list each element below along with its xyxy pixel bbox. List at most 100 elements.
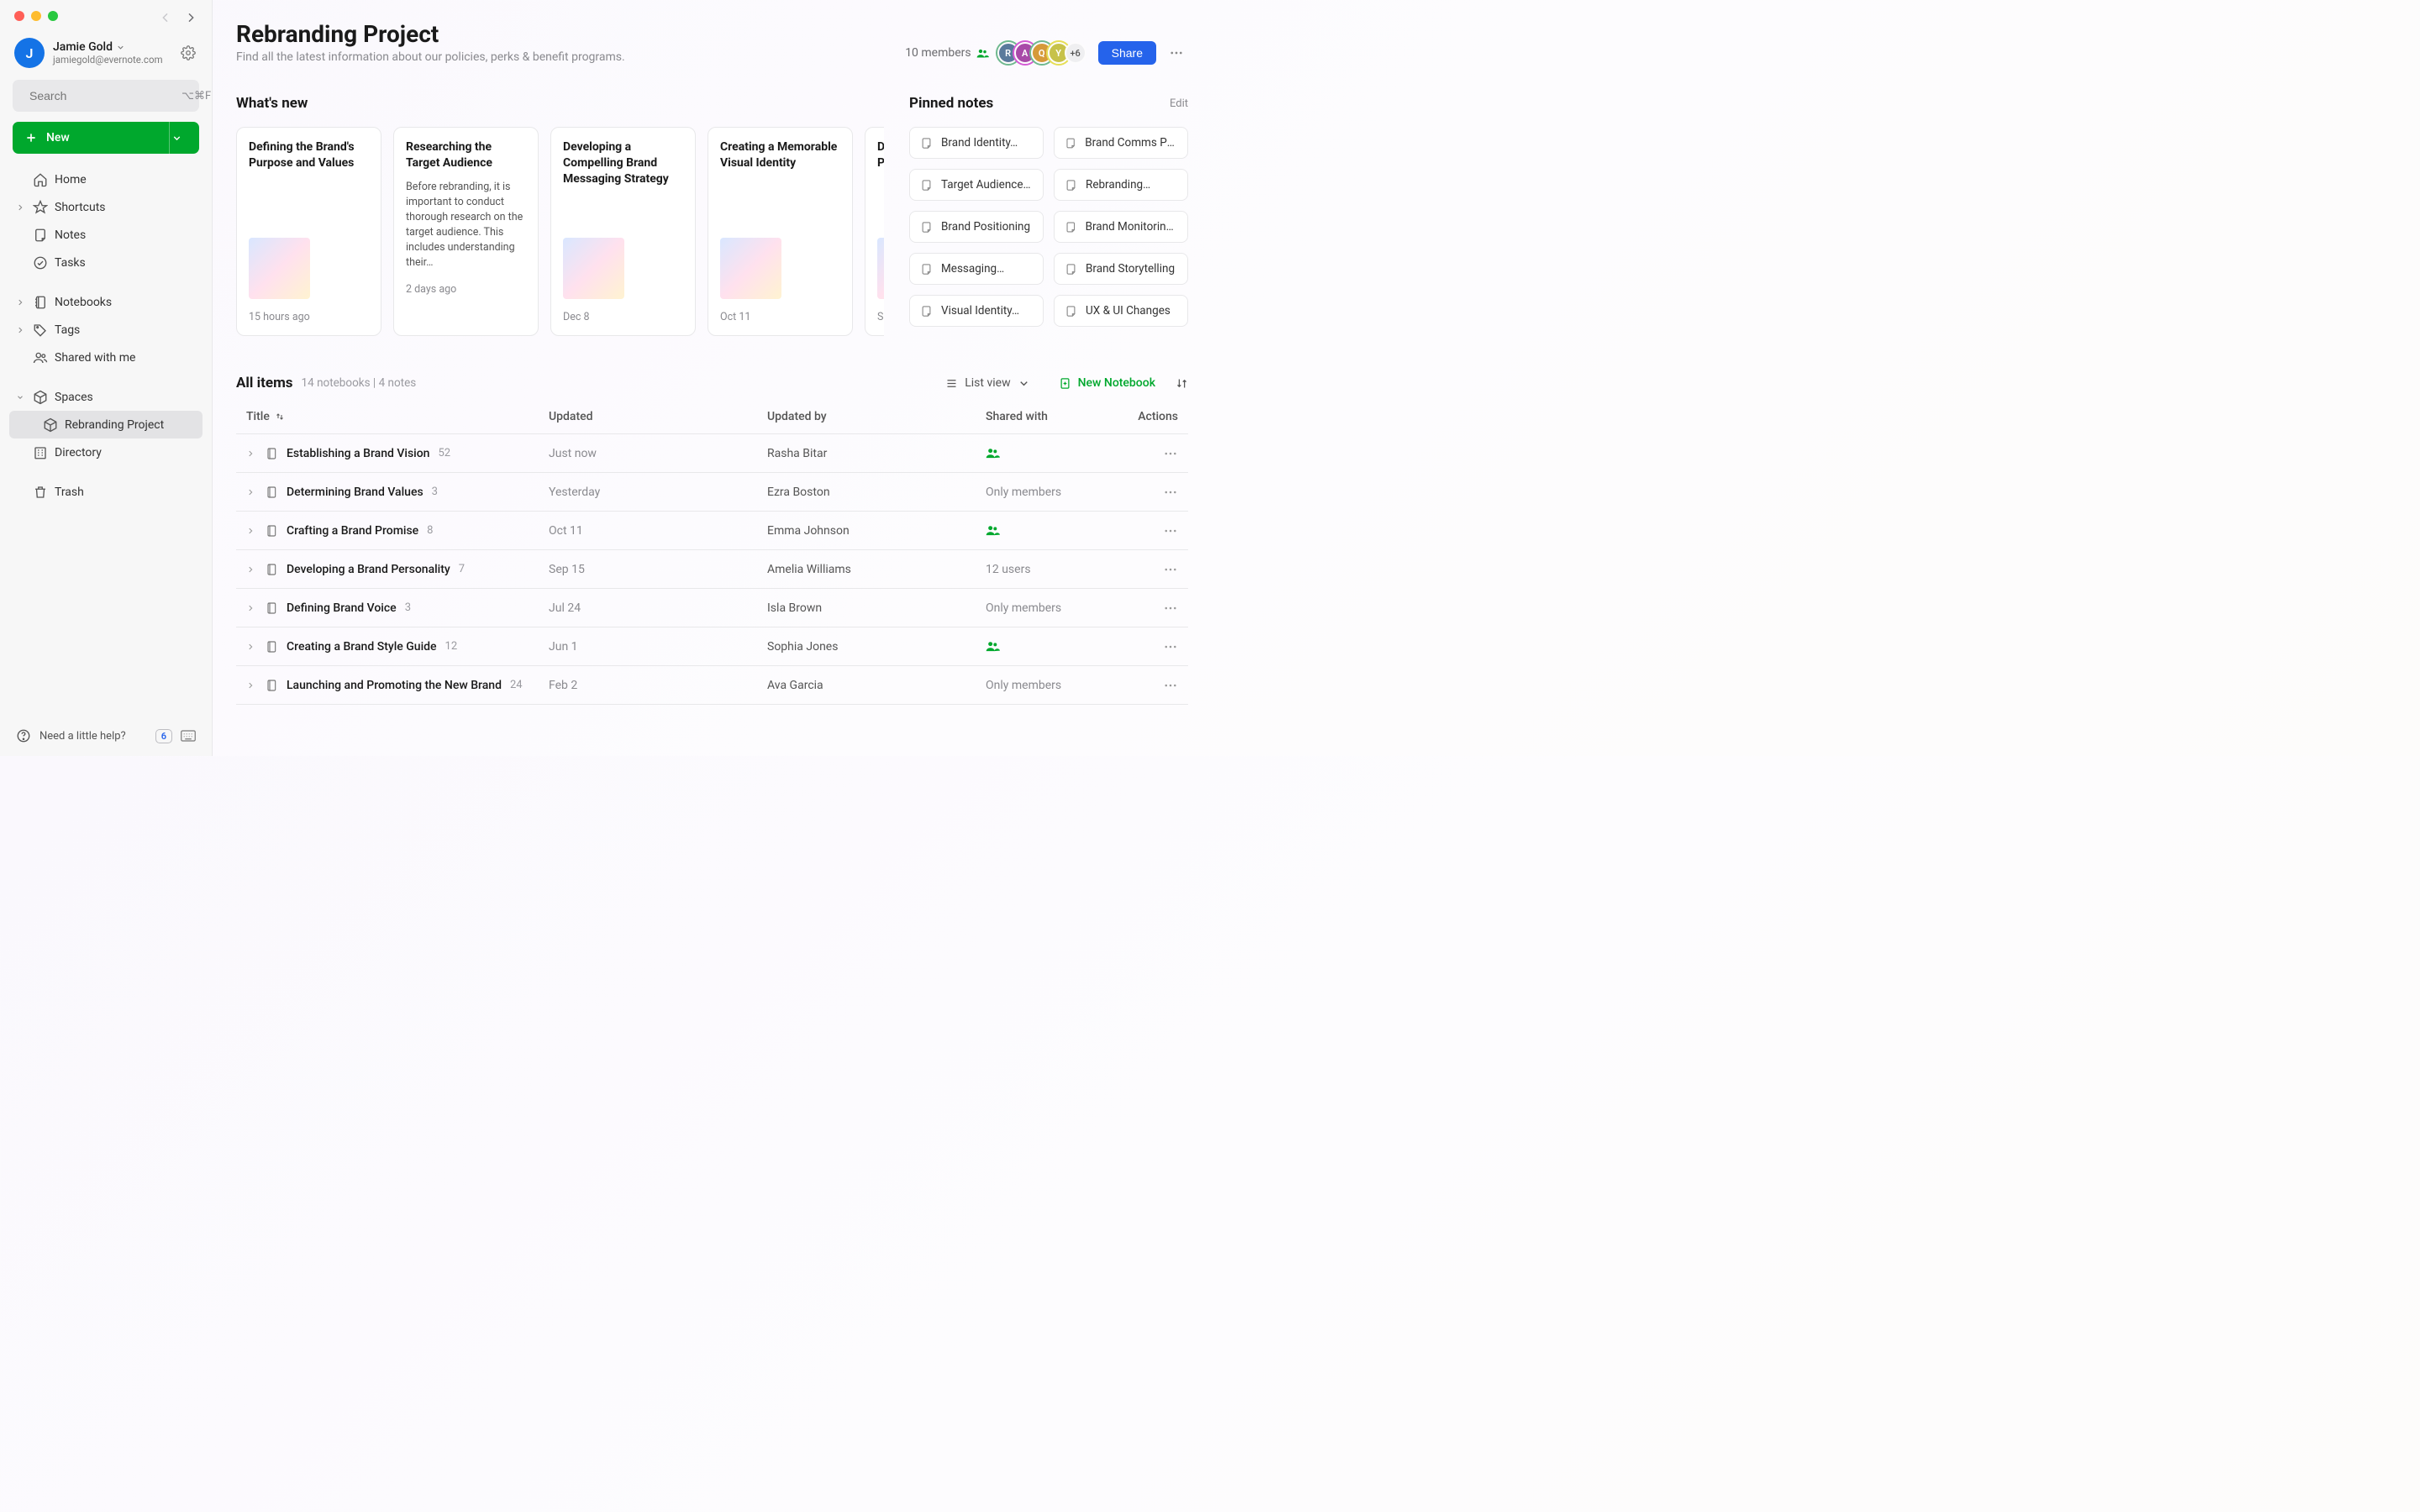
row-actions-button[interactable] bbox=[1119, 678, 1178, 693]
pinned-note-label: Visual Identity… bbox=[941, 304, 1019, 318]
tag-icon bbox=[33, 323, 48, 338]
nav-home[interactable]: Home bbox=[9, 165, 203, 193]
chevron-right-icon[interactable] bbox=[246, 565, 256, 574]
settings-button[interactable] bbox=[181, 45, 196, 60]
pinned-note-chip[interactable]: Brand Comms Plan bbox=[1054, 127, 1188, 159]
col-updatedby-label: Updated by bbox=[767, 410, 827, 423]
chevron-right-icon[interactable] bbox=[246, 449, 256, 458]
new-button[interactable]: New bbox=[13, 122, 199, 154]
search-field[interactable] bbox=[29, 89, 182, 102]
pinned-note-label: Brand Identity… bbox=[941, 136, 1018, 150]
chevron-right-icon[interactable] bbox=[14, 298, 26, 307]
chevron-right-icon[interactable] bbox=[14, 203, 26, 212]
new-notebook-button[interactable]: New Notebook bbox=[1059, 376, 1155, 390]
window-close[interactable] bbox=[14, 11, 24, 21]
chevron-right-icon[interactable] bbox=[246, 488, 256, 496]
row-actions-button[interactable] bbox=[1119, 485, 1178, 500]
col-shared-with[interactable]: Shared with bbox=[986, 410, 1119, 423]
nav-tags[interactable]: Tags bbox=[9, 316, 203, 344]
new-button-menu[interactable] bbox=[169, 122, 192, 154]
nav-directory[interactable]: Directory bbox=[9, 438, 203, 466]
table-row[interactable]: Crafting a Brand Promise8Oct 11Emma John… bbox=[236, 512, 1188, 550]
account-switcher[interactable]: J Jamie Gold jamiegold@evernote.com bbox=[9, 33, 203, 76]
list-view-toggle[interactable]: List view bbox=[939, 373, 1036, 393]
nav-space-rebranding[interactable]: Rebranding Project bbox=[9, 411, 203, 438]
col-title[interactable]: Title bbox=[246, 410, 549, 423]
whats-new-card[interactable]: Defining the Brand's Purpose and Values1… bbox=[236, 127, 381, 336]
chevron-right-icon[interactable] bbox=[246, 681, 256, 690]
pinned-note-chip[interactable]: Brand Storytelling bbox=[1054, 253, 1188, 285]
whats-new-card[interactable]: Creating a Memorable Visual IdentityOct … bbox=[708, 127, 853, 336]
row-actions-button[interactable] bbox=[1119, 639, 1178, 654]
note-icon bbox=[1065, 179, 1077, 192]
nav-spaces[interactable]: Spaces bbox=[9, 383, 203, 411]
nav-shortcuts[interactable]: Shortcuts bbox=[9, 193, 203, 221]
nav-tasks[interactable]: Tasks bbox=[9, 249, 203, 276]
people-icon bbox=[33, 350, 48, 365]
row-updated: Oct 11 bbox=[549, 524, 767, 538]
nav-trash[interactable]: Trash bbox=[9, 478, 203, 506]
row-shared-text: 12 users bbox=[986, 563, 1119, 576]
row-shared-text: Only members bbox=[986, 601, 1119, 615]
table-row[interactable]: Defining Brand Voice3Jul 24Isla BrownOnl… bbox=[236, 589, 1188, 627]
row-actions-button[interactable] bbox=[1119, 562, 1178, 577]
more-button[interactable] bbox=[1165, 41, 1188, 65]
card-title: Developing a Compelling Brand Messaging … bbox=[563, 139, 683, 187]
whats-new-card[interactable]: Da… Pie…Se… bbox=[865, 127, 884, 336]
member-count[interactable]: 10 members bbox=[905, 46, 988, 60]
sort-button[interactable] bbox=[1176, 377, 1188, 390]
chevron-down-icon[interactable] bbox=[14, 393, 26, 402]
pinned-note-chip[interactable]: Messaging… bbox=[909, 253, 1044, 285]
notebook-icon bbox=[265, 679, 278, 692]
pinned-note-chip[interactable]: Rebranding… bbox=[1054, 169, 1188, 201]
pinned-note-chip[interactable]: Brand Positioning bbox=[909, 211, 1044, 243]
help-link[interactable]: Need a little help? bbox=[39, 730, 147, 743]
pinned-note-chip[interactable]: UX & UI Changes bbox=[1054, 295, 1188, 327]
chevron-right-icon[interactable] bbox=[246, 604, 256, 612]
table-row[interactable]: Determining Brand Values3YesterdayEzra B… bbox=[236, 473, 1188, 512]
nav-shared[interactable]: Shared with me bbox=[9, 344, 203, 371]
chevron-right-icon[interactable] bbox=[246, 643, 256, 651]
footer-badge[interactable]: 6 bbox=[155, 729, 172, 743]
chevron-right-icon[interactable] bbox=[14, 326, 26, 334]
whats-new-card[interactable]: Developing a Compelling Brand Messaging … bbox=[550, 127, 696, 336]
pinned-note-chip[interactable]: Brand Identity… bbox=[909, 127, 1044, 159]
window-minimize[interactable] bbox=[31, 11, 41, 21]
table-row[interactable]: Launching and Promoting the New Brand24F… bbox=[236, 666, 1188, 705]
pinned-edit-button[interactable]: Edit bbox=[1170, 97, 1188, 110]
whats-new-card[interactable]: Researching the Target AudienceBefore re… bbox=[393, 127, 539, 336]
window-zoom[interactable] bbox=[48, 11, 58, 21]
sort-icon bbox=[1176, 377, 1188, 390]
share-button[interactable]: Share bbox=[1098, 41, 1156, 65]
pinned-note-chip[interactable]: Brand Monitoring… bbox=[1054, 211, 1188, 243]
sort-indicator-icon bbox=[275, 412, 285, 422]
row-updated: Jul 24 bbox=[549, 601, 767, 615]
row-actions-button[interactable] bbox=[1119, 446, 1178, 461]
notebook-icon bbox=[265, 601, 278, 615]
row-updated-by: Emma Johnson bbox=[767, 524, 986, 538]
col-updated-by[interactable]: Updated by bbox=[767, 410, 986, 423]
pinned-note-label: Brand Monitoring… bbox=[1086, 220, 1177, 234]
chevron-right-icon[interactable] bbox=[246, 527, 256, 535]
pinned-note-chip[interactable]: Target Audience… bbox=[909, 169, 1044, 201]
keyboard-icon[interactable] bbox=[181, 730, 196, 742]
nav-forward-button[interactable] bbox=[184, 11, 194, 21]
user-avatar: J bbox=[14, 38, 45, 68]
nav-back-button[interactable] bbox=[159, 11, 169, 21]
pinned-note-chip[interactable]: Visual Identity… bbox=[909, 295, 1044, 327]
col-updated[interactable]: Updated bbox=[549, 410, 767, 423]
table-row[interactable]: Establishing a Brand Vision52Just nowRas… bbox=[236, 434, 1188, 473]
table-row[interactable]: Creating a Brand Style Guide12Jun 1Sophi… bbox=[236, 627, 1188, 666]
nav-notebooks[interactable]: Notebooks bbox=[9, 288, 203, 316]
notebook-icon bbox=[33, 295, 48, 310]
nav-notes[interactable]: Notes bbox=[9, 221, 203, 249]
avatar-stack[interactable]: RAQY+6 bbox=[997, 42, 1086, 64]
table-row[interactable]: Developing a Brand Personality7Sep 15Ame… bbox=[236, 550, 1188, 589]
col-title-label: Title bbox=[246, 410, 270, 423]
member-avatar-more[interactable]: +6 bbox=[1065, 42, 1086, 64]
row-title: Creating a Brand Style Guide bbox=[287, 640, 437, 654]
all-items-section: All items 14 notebooks | 4 notes List vi… bbox=[236, 373, 1188, 756]
row-actions-button[interactable] bbox=[1119, 601, 1178, 616]
search-input[interactable]: ⌥⌘F bbox=[13, 80, 199, 112]
row-actions-button[interactable] bbox=[1119, 523, 1178, 538]
